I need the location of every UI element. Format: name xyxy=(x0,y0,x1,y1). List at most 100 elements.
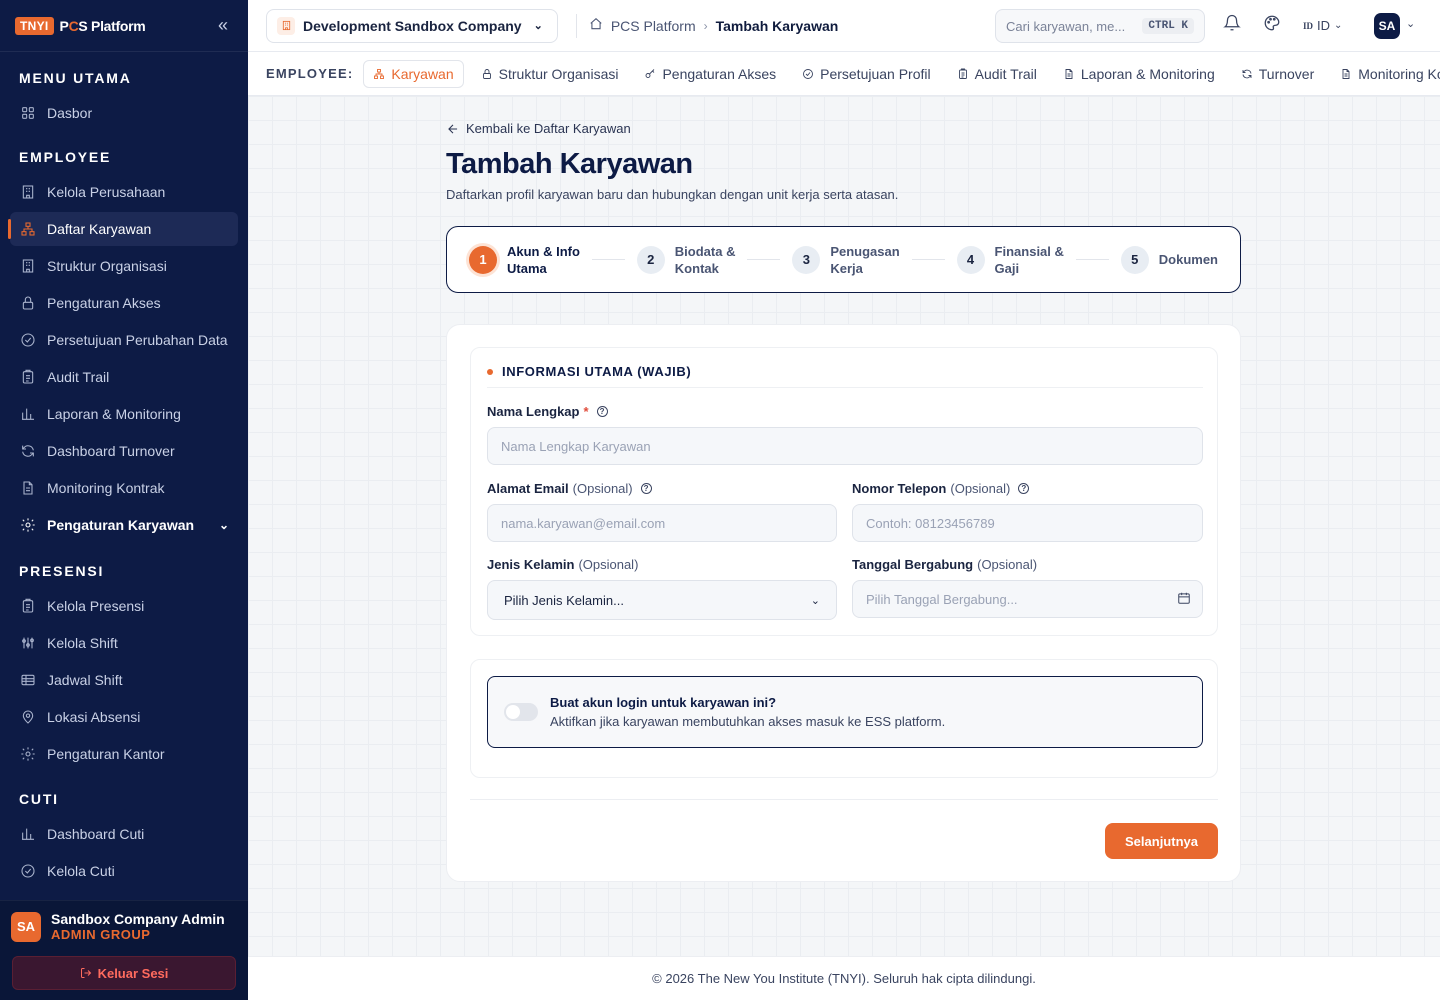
table-icon xyxy=(19,671,37,689)
refresh-icon xyxy=(19,442,37,460)
section-title: INFORMASI UTAMA (WAJIB) xyxy=(502,364,692,379)
gender-select[interactable]: Pilih Jenis Kelamin... ⌄ xyxy=(487,580,837,620)
sidebar-group: CUTI Dashboard Cuti Kelola Cuti xyxy=(0,789,248,888)
sidebar-item-dashboard-cuti[interactable]: Dashboard Cuti xyxy=(10,817,238,851)
sidebar-item-label: Monitoring Kontrak xyxy=(47,480,165,496)
breadcrumb-current: Tambah Karyawan xyxy=(715,17,839,34)
sidebar-item-label: Audit Trail xyxy=(47,369,110,385)
sidebar-item-label: Lokasi Absensi xyxy=(47,709,141,725)
full-name-label: Nama Lengkap * ? xyxy=(487,404,608,419)
subnav-tab-karyawan[interactable]: Karyawan xyxy=(363,59,464,88)
sidebar-item-label: Pengaturan Kantor xyxy=(47,746,165,762)
phone-input[interactable] xyxy=(852,504,1203,542)
sidebar-item-lokasi-absensi[interactable]: Lokasi Absensi xyxy=(10,700,238,734)
company-selector[interactable]: Development Sandbox Company ⌄ xyxy=(266,8,558,43)
sliders-icon xyxy=(19,634,37,652)
step-label: Akun & Info Utama xyxy=(507,243,580,276)
step-2[interactable]: 2 Biodata & Kontak xyxy=(636,243,736,277)
subnav-tab-monitoring-kontrak[interactable]: Monitoring Kontrak xyxy=(1331,60,1440,88)
next-button[interactable]: Selanjutnya xyxy=(1105,823,1218,859)
step-label: Biodata & Kontak xyxy=(674,243,736,276)
subnav-tab-laporan-and-monitoring[interactable]: Laporan & Monitoring xyxy=(1054,60,1224,88)
sidebar-item-kelola-perusahaan[interactable]: Kelola Perusahaan xyxy=(10,175,238,209)
sidebar-item-kelola-presensi[interactable]: Kelola Presensi xyxy=(10,589,238,623)
user-role: ADMIN GROUP xyxy=(51,927,151,942)
subnav-items: Karyawan Struktur Organisasi Pengaturan Ak… xyxy=(363,59,1440,88)
bell-icon[interactable] xyxy=(1223,14,1241,37)
help-icon[interactable]: ? xyxy=(1018,483,1030,494)
page-title: Tambah Karyawan xyxy=(446,148,693,180)
sidebar-item-dasbor[interactable]: Dasbor xyxy=(10,96,238,130)
sidebar-heading: CUTI xyxy=(19,791,59,807)
sidebar-item-dashboard-turnover[interactable]: Dashboard Turnover xyxy=(10,434,238,468)
form-divider xyxy=(470,799,1218,800)
sidebar-item-jadwal-shift[interactable]: Jadwal Shift xyxy=(10,663,238,697)
sidebar-group: EMPLOYEE Kelola Perusahaan Daftar Karyawan… xyxy=(0,147,248,542)
chevron-down-icon[interactable]: ⌄ xyxy=(1406,17,1415,30)
step-1[interactable]: 1 Akun & Info Utama xyxy=(469,243,580,277)
step-label: Finansial & Gaji xyxy=(994,243,1064,276)
login-account-section: Buat akun login untuk karyawan ini? Akti… xyxy=(470,659,1218,778)
sidebar-item-persetujuan-perubahan-data[interactable]: Persetujuan Perubahan Data xyxy=(10,323,238,357)
file-icon xyxy=(1063,68,1075,80)
subnav-tab-audit-trail[interactable]: Audit Trail xyxy=(948,60,1046,88)
sidebar-item-pengaturan-karyawan[interactable]: Pengaturan Karyawan ⌄ xyxy=(10,508,238,542)
help-icon[interactable]: ? xyxy=(640,483,652,494)
palette-icon[interactable] xyxy=(1263,14,1281,37)
subnav-tab-struktur-organisasi[interactable]: Struktur Organisasi xyxy=(472,60,628,88)
subnav-tab-pengaturan-akses[interactable]: Pengaturan Akses xyxy=(635,60,785,88)
full-name-input[interactable] xyxy=(487,427,1203,465)
sidebar-item-laporan-and-monitoring[interactable]: Laporan & Monitoring xyxy=(10,397,238,431)
grid-icon xyxy=(19,104,37,122)
back-link[interactable]: Kembali ke Daftar Karyawan xyxy=(446,121,631,136)
sidebar-item-struktur-organisasi[interactable]: Struktur Organisasi xyxy=(10,249,238,283)
gear-icon xyxy=(19,516,37,534)
help-icon[interactable]: ? xyxy=(596,406,608,417)
phone-label: Nomor Telepon (Opsional) ? xyxy=(852,481,1030,496)
join-date-input[interactable] xyxy=(852,580,1203,618)
subnav-tab-label: Karyawan xyxy=(391,65,454,82)
sidebar-item-audit-trail[interactable]: Audit Trail xyxy=(10,360,238,394)
subnav-tab-turnover[interactable]: Turnover xyxy=(1232,60,1324,88)
logout-button[interactable]: Keluar Sesi xyxy=(12,956,236,990)
sidebar: TNYI PCS Platform « MENU UTAMA Dasbor EMPL… xyxy=(0,0,248,1000)
section-dot xyxy=(487,368,493,375)
file-icon xyxy=(19,479,37,497)
page-footer: © 2026 The New You Institute (TNYI). Sel… xyxy=(248,956,1440,1000)
logo-badge: TNYI xyxy=(15,16,54,35)
sidebar-item-label: Dashboard Turnover xyxy=(47,443,175,459)
subnav-tab-label: Struktur Organisasi xyxy=(498,65,619,82)
email-input[interactable] xyxy=(487,504,837,542)
subnav-label: EMPLOYEE: xyxy=(266,66,354,81)
user-profile[interactable]: SA Sandbox Company Admin ADMIN GROUP xyxy=(0,901,248,952)
step-connector xyxy=(1075,259,1109,260)
calendar-icon[interactable] xyxy=(1177,591,1191,610)
logo[interactable]: TNYI PCS Platform xyxy=(15,16,146,35)
home-icon[interactable] xyxy=(589,17,603,34)
language-selector[interactable]: ID ID ⌄ xyxy=(1303,18,1342,33)
step-5[interactable]: 5 Dokumen xyxy=(1120,245,1218,274)
global-search[interactable]: Cari karyawan, me... CTRL K xyxy=(995,9,1205,43)
search-shortcut: CTRL K xyxy=(1142,18,1194,34)
step-4[interactable]: 4 Finansial & Gaji xyxy=(956,243,1064,277)
logout-icon xyxy=(80,968,91,978)
breadcrumb-root[interactable]: PCS Platform xyxy=(611,18,696,34)
sidebar-item-kelola-cuti[interactable]: Kelola Cuti xyxy=(10,854,238,888)
avatar: SA xyxy=(11,911,41,942)
step-connector xyxy=(911,259,945,260)
sidebar-item-pengaturan-akses[interactable]: Pengaturan Akses xyxy=(10,286,238,320)
collapse-sidebar-icon[interactable]: « xyxy=(218,15,228,36)
chevron-down-icon: ⌄ xyxy=(218,518,229,532)
subnav-tab-persetujuan-profil[interactable]: Persetujuan Profil xyxy=(793,60,940,88)
sidebar-item-kelola-shift[interactable]: Kelola Shift xyxy=(10,626,238,660)
subnav-tab-label: Turnover xyxy=(1258,65,1315,82)
main-info-section: INFORMASI UTAMA (WAJIB) Nama Lengkap * ? … xyxy=(470,347,1218,636)
user-name: Sandbox Company Admin xyxy=(51,911,225,927)
sidebar-group: MENU UTAMA Dasbor xyxy=(0,68,248,130)
sidebar-item-daftar-karyawan[interactable]: Daftar Karyawan xyxy=(8,212,238,246)
login-toggle[interactable] xyxy=(504,703,538,721)
step-3[interactable]: 3 Penugasan Kerja xyxy=(792,243,900,277)
user-avatar[interactable]: SA xyxy=(1374,13,1400,39)
sidebar-item-monitoring-kontrak[interactable]: Monitoring Kontrak xyxy=(10,471,238,505)
sidebar-item-pengaturan-kantor[interactable]: Pengaturan Kantor xyxy=(10,737,238,771)
